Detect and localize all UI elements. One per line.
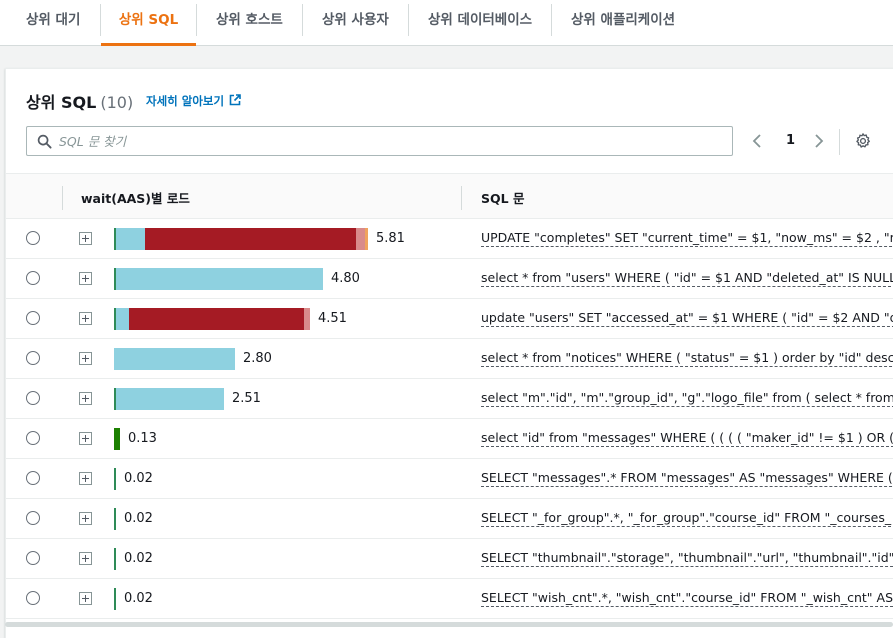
expand-plus-icon[interactable] <box>79 512 92 525</box>
sql-statement[interactable]: select "m"."id", "m"."group_id", "g"."lo… <box>481 390 893 407</box>
load-bar-segment <box>116 268 323 290</box>
sql-statement[interactable]: SELECT "_for_group".*, "_for_group"."cou… <box>481 510 892 527</box>
search-icon <box>37 134 52 149</box>
toolbar-divider <box>839 129 840 155</box>
learn-more-link[interactable]: 자세히 알아보기 <box>146 93 241 109</box>
load-value: 0.02 <box>124 591 153 606</box>
search-box <box>26 126 733 156</box>
expand-plus-icon[interactable] <box>79 272 92 285</box>
table-row[interactable]: 0.13 select "id" from "messages" WHERE ( … <box>6 419 893 459</box>
top-sql-panel: 상위 SQL(10) 자세히 알아보기 1 wait(AAS)별 로드 SQL … <box>5 68 893 638</box>
load-bar-segment <box>114 588 116 610</box>
row-select-radio[interactable] <box>26 511 40 525</box>
table-row[interactable]: 0.02 SELECT "thumbnail"."storage", "thumb… <box>6 539 893 579</box>
load-value: 0.02 <box>124 471 153 486</box>
panel-title-count: (10) <box>100 93 134 112</box>
expand-plus-icon[interactable] <box>79 392 92 405</box>
row-select-radio[interactable] <box>26 271 40 285</box>
load-bar-segment <box>129 308 304 330</box>
chevron-left-icon[interactable] <box>751 133 763 149</box>
load-bar-segment <box>114 548 116 570</box>
tab-top-databases[interactable]: 상위 데이터베이스 <box>428 0 532 46</box>
load-bar-segment <box>145 228 356 250</box>
row-select-radio[interactable] <box>26 591 40 605</box>
learn-more-label: 자세히 알아보기 <box>146 94 225 108</box>
table-row[interactable]: 0.02 SELECT "messages".* FROM "messages" … <box>6 459 893 499</box>
row-select-radio[interactable] <box>26 551 40 565</box>
table-row[interactable]: 2.51 select "m"."id", "m"."group_id", "g"… <box>6 379 893 419</box>
sql-statement[interactable]: UPDATE "completes" SET "current_time" = … <box>481 230 893 247</box>
tab-top-users[interactable]: 상위 사용자 <box>322 0 389 46</box>
panel-title-text: 상위 SQL <box>26 93 97 112</box>
load-value: 4.80 <box>331 271 360 286</box>
load-value: 4.51 <box>318 311 347 326</box>
tab-top-applications[interactable]: 상위 애플리케이션 <box>571 0 675 46</box>
expand-plus-icon[interactable] <box>79 472 92 485</box>
load-value: 2.51 <box>232 391 261 406</box>
chevron-right-icon[interactable] <box>813 133 825 149</box>
gear-icon[interactable] <box>854 132 872 150</box>
load-value: 5.81 <box>376 231 405 246</box>
load-bar-segment <box>116 308 129 330</box>
load-value: 0.13 <box>128 431 157 446</box>
sql-statement[interactable]: select * from "notices" WHERE ( "status"… <box>481 350 893 367</box>
load-bar-segment <box>114 468 116 490</box>
expand-plus-icon[interactable] <box>79 352 92 365</box>
sql-statement[interactable]: select * from "users" WHERE ( "id" = $1 … <box>481 270 893 287</box>
table-row[interactable]: 5.81 UPDATE "completes" SET "current_time… <box>6 219 893 259</box>
row-select-radio[interactable] <box>26 311 40 325</box>
tab-divider <box>408 4 409 36</box>
horizontal-scrollbar[interactable] <box>5 622 893 627</box>
load-value: 0.02 <box>124 511 153 526</box>
row-select-radio[interactable] <box>26 391 40 405</box>
tab-top-hosts[interactable]: 상위 호스트 <box>216 0 283 46</box>
load-bar-segment <box>116 388 224 410</box>
search-input[interactable] <box>59 130 719 152</box>
table-header: wait(AAS)별 로드 SQL 문 <box>6 173 893 219</box>
load-value: 2.80 <box>243 351 272 366</box>
sql-statement[interactable]: select "id" from "messages" WHERE ( ( ( … <box>481 430 893 447</box>
table-row[interactable]: 4.80 select * from "users" WHERE ( "id" =… <box>6 259 893 299</box>
load-value: 0.02 <box>124 551 153 566</box>
expand-plus-icon[interactable] <box>79 432 92 445</box>
load-bar-segment <box>304 308 310 330</box>
load-bar-segment <box>365 228 368 250</box>
expand-plus-icon[interactable] <box>79 592 92 605</box>
row-select-radio[interactable] <box>26 351 40 365</box>
tab-divider <box>551 4 552 36</box>
row-select-radio[interactable] <box>26 231 40 245</box>
tab-top-waits[interactable]: 상위 대기 <box>26 0 80 46</box>
expand-plus-icon[interactable] <box>79 312 92 325</box>
load-bar-segment <box>114 348 235 370</box>
row-select-radio[interactable] <box>26 431 40 445</box>
column-header-load[interactable]: wait(AAS)별 로드 <box>81 188 190 207</box>
row-select-radio[interactable] <box>26 471 40 485</box>
external-link-icon <box>229 94 241 106</box>
tab-top-sql[interactable]: 상위 SQL <box>101 0 196 46</box>
tab-divider <box>302 4 303 36</box>
load-bar-segment <box>114 508 116 530</box>
current-page-number[interactable]: 1 <box>786 133 795 148</box>
tab-bar: 상위 대기 상위 SQL 상위 호스트 상위 사용자 상위 데이터베이스 상위 … <box>0 0 893 46</box>
panel-title: 상위 SQL (10) <box>26 89 133 113</box>
column-header-sql[interactable]: SQL 문 <box>481 188 524 207</box>
load-bar-segment <box>114 428 120 450</box>
table-row[interactable]: 0.02 SELECT "wish_cnt".*, "wish_cnt"."cou… <box>6 579 893 619</box>
table-row[interactable]: 4.51 update "users" SET "accessed_at" = $… <box>6 299 893 339</box>
load-bar-segment <box>356 228 365 250</box>
sql-statement[interactable]: update "users" SET "accessed_at" = $1 WH… <box>481 310 893 327</box>
sql-statement[interactable]: SELECT "thumbnail"."storage", "thumbnail… <box>481 550 893 567</box>
tab-divider <box>196 4 197 36</box>
table-row[interactable]: 2.80 select * from "notices" WHERE ( "sta… <box>6 339 893 379</box>
expand-plus-icon[interactable] <box>79 552 92 565</box>
column-divider <box>62 186 63 210</box>
expand-plus-icon[interactable] <box>79 232 92 245</box>
sql-statement[interactable]: SELECT "messages".* FROM "messages" AS "… <box>481 470 893 487</box>
column-divider <box>461 186 462 210</box>
table-row[interactable]: 0.02 SELECT "_for_group".*, "_for_group".… <box>6 499 893 539</box>
sql-statement[interactable]: SELECT "wish_cnt".*, "wish_cnt"."course_… <box>481 590 893 607</box>
load-bar-segment <box>116 228 145 250</box>
